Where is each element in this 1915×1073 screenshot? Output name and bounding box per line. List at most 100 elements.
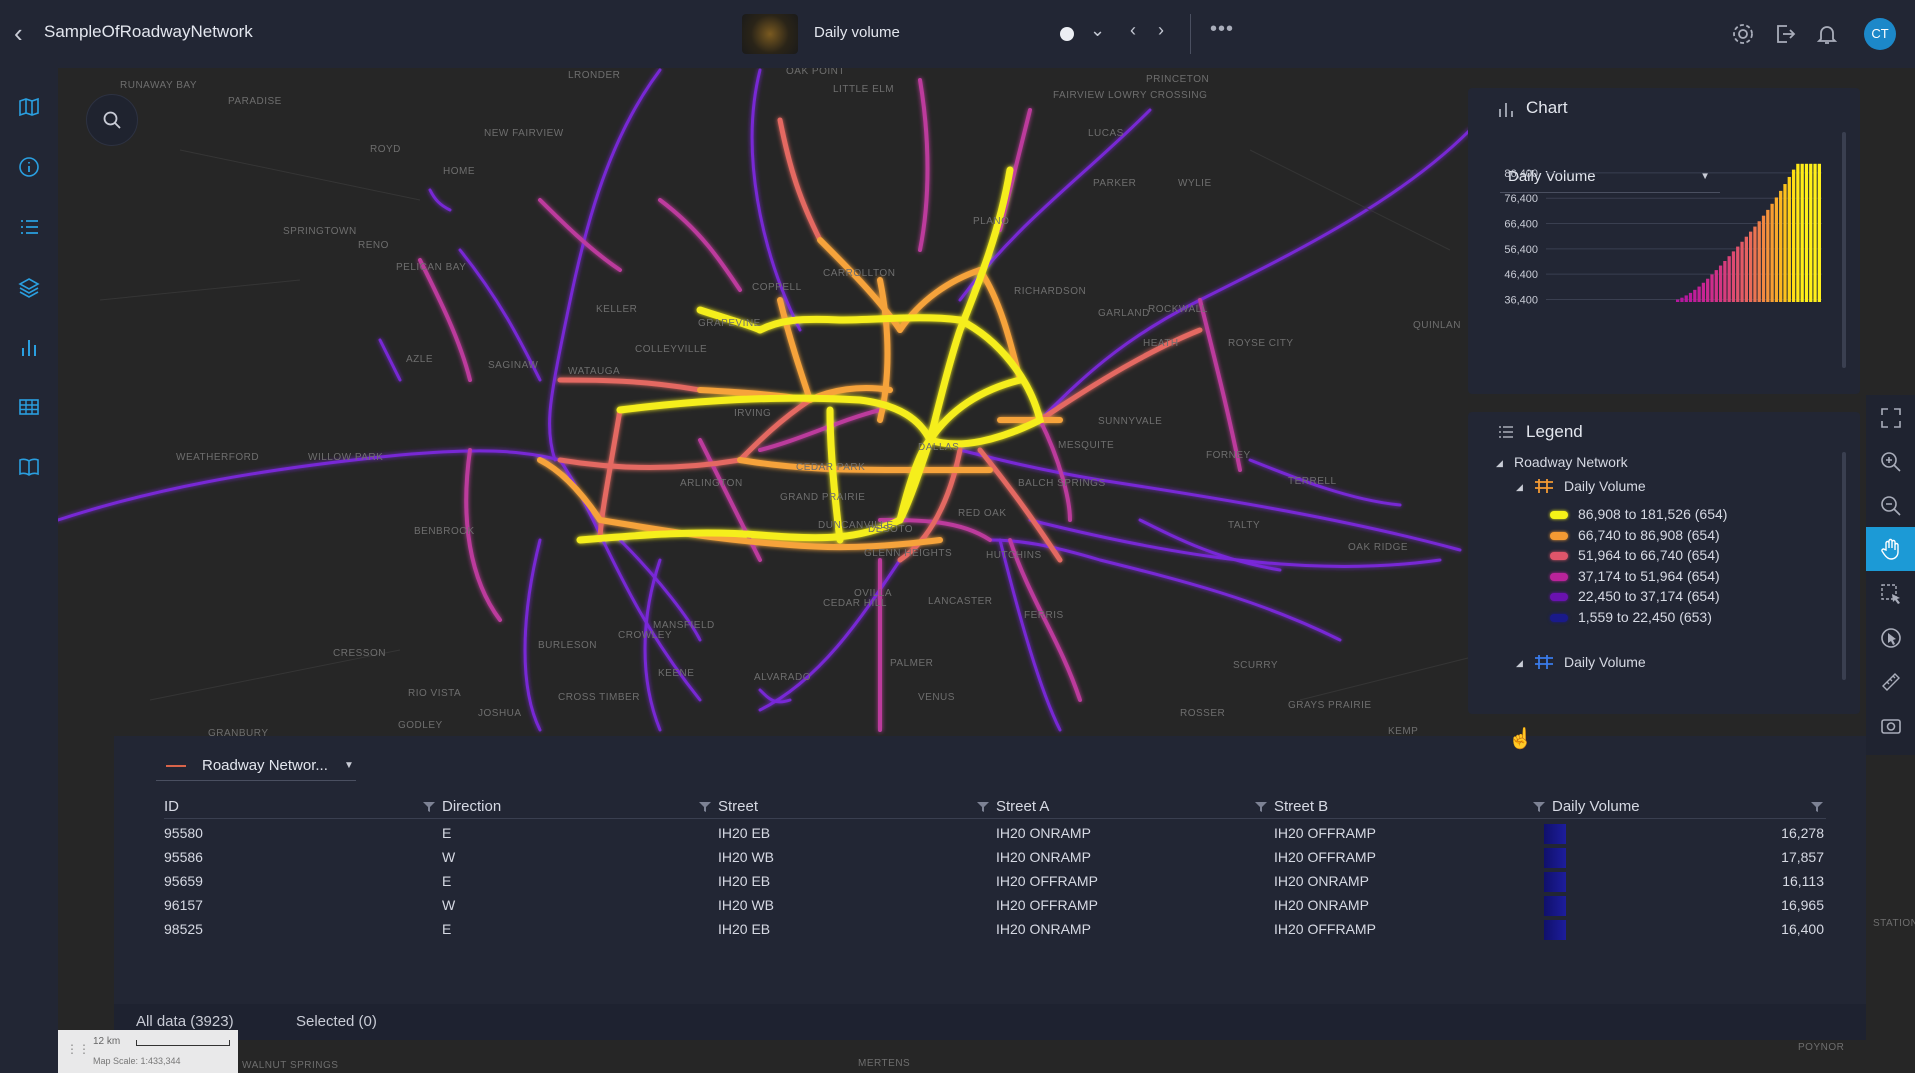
chart-bar[interactable] [1680,297,1684,302]
chart-bar[interactable] [1731,251,1736,302]
settings-gear-icon[interactable] [1731,22,1755,46]
chart-bar[interactable] [1753,226,1757,302]
zoom-in-icon[interactable] [1880,451,1902,473]
table-row[interactable]: 96157 W IH20 WB IH20 OFFRAMP IH20 ONRAMP 16,9… [114,894,1866,918]
chart-bar[interactable] [1676,299,1680,302]
info-icon[interactable] [18,156,40,178]
legend-panel-scrollbar[interactable] [1842,452,1846,680]
chart-bar[interactable] [1749,231,1753,302]
chart-bar[interactable] [1766,209,1770,302]
chart-bar[interactable] [1800,163,1804,302]
chart-bar[interactable] [1809,163,1813,302]
chart-bar[interactable] [1817,163,1821,302]
chart-bar[interactable] [1791,169,1796,302]
map-icon[interactable] [18,96,40,118]
chart-bar[interactable] [1774,197,1779,302]
all-data-tab[interactable]: All data (3923) [136,1013,234,1030]
table-row[interactable]: 95659 E IH20 EB IH20 OFFRAMP IH20 ONRAMP 16,1… [114,870,1866,894]
legend-item-label[interactable]: 51,964 to 66,740 (654) [1578,547,1720,563]
chart-bar[interactable] [1727,256,1731,302]
legend-group-name[interactable]: Roadway Network [1514,454,1628,470]
legend-item-label[interactable]: 22,450 to 37,174 (654) [1578,588,1720,604]
map-search-button[interactable] [86,94,138,146]
user-avatar[interactable]: CT [1864,18,1896,50]
filter-funnel-icon[interactable] [698,800,712,814]
chart-bar[interactable] [1693,289,1697,302]
pan-tool-button[interactable] [1866,527,1915,571]
sign-out-icon[interactable] [1773,22,1797,46]
more-options-icon[interactable]: ••• [1210,18,1234,41]
zoom-out-icon[interactable] [1880,495,1902,517]
column-header[interactable]: Direction [442,798,501,815]
legend-item-label[interactable]: 1,559 to 22,450 (653) [1578,609,1712,625]
collapse-triangle-icon[interactable]: ◢ [1516,482,1523,493]
filter-funnel-icon[interactable] [976,800,990,814]
measure-ruler-icon[interactable] [1880,671,1902,693]
legend-item-label[interactable]: 37,174 to 51,964 (654) [1578,568,1720,584]
chart-bar[interactable] [1813,163,1817,302]
filter-funnel-icon[interactable] [422,800,436,814]
next-layer-icon[interactable]: › [1158,20,1164,41]
legend-item-label[interactable]: 66,740 to 86,908 (654) [1578,527,1720,543]
back-arrow-icon[interactable]: ‹ [14,20,23,46]
chart-bar[interactable] [1718,265,1723,302]
chart-bar[interactable] [1744,236,1748,302]
table-row[interactable]: 95586 W IH20 WB IH20 ONRAMP IH20 OFFRAMP 17,8… [114,846,1866,870]
book-icon[interactable] [18,456,40,478]
chart-bar[interactable] [1783,184,1787,302]
select-area-icon[interactable] [1880,583,1902,605]
chevron-down-icon[interactable]: ⌄ [1090,20,1105,41]
column-header[interactable]: Street A [996,798,1049,815]
list-icon[interactable] [18,216,40,238]
chart-panel-scrollbar[interactable] [1842,132,1846,368]
chart-bar[interactable] [1787,176,1791,302]
column-header[interactable]: Street B [1274,798,1328,815]
chart-bar[interactable] [1779,190,1783,302]
chart-bar[interactable] [1740,241,1744,302]
chart-bar[interactable] [1736,246,1740,302]
daily-volume-chart[interactable]: 86,400 76,400 66,400 56,400 46,400 36,400 [1468,88,1860,394]
selected-tab[interactable]: Selected (0) [296,1013,377,1030]
select-feature-icon[interactable] [1880,627,1902,649]
layer-visibility-toggle[interactable] [1060,27,1074,41]
fullscreen-icon[interactable] [1880,407,1902,429]
layer-thumbnail[interactable] [742,14,798,54]
chart-bar[interactable] [1688,292,1693,302]
legend-item-label[interactable]: 86,908 to 181,526 (654) [1578,506,1727,522]
chart-bar[interactable] [1723,260,1727,302]
table-row[interactable]: 95580 E IH20 EB IH20 ONRAMP IH20 OFFRAMP 16,2… [114,822,1866,846]
chart-bar[interactable] [1757,221,1761,302]
table-icon[interactable] [18,396,40,418]
chart-bar[interactable] [1684,295,1688,302]
filter-funnel-icon[interactable] [1810,800,1824,814]
notification-bell-icon[interactable] [1815,22,1839,46]
previous-layer-icon[interactable]: ‹ [1130,20,1136,41]
table-row[interactable]: 98525 E IH20 EB IH20 ONRAMP IH20 OFFRAMP 16,4… [114,918,1866,942]
collapse-triangle-icon[interactable]: ◢ [1496,458,1503,469]
chart-icon[interactable] [18,336,40,358]
filter-funnel-icon[interactable] [1532,800,1546,814]
table-layer-dropdown[interactable]: Roadway Networ... ▼ [156,750,356,781]
legend-layer-name[interactable]: Daily Volume [1564,478,1646,494]
chart-bar[interactable] [1761,215,1766,302]
filter-funnel-icon[interactable] [1254,800,1268,814]
chart-bar[interactable] [1796,163,1800,302]
column-header[interactable]: Street [718,798,758,815]
map-label: PARADISE [228,96,282,107]
chart-bar[interactable] [1770,203,1774,302]
chart-bar[interactable] [1804,163,1809,302]
chart-bar[interactable] [1701,282,1706,302]
legend-layer-name[interactable]: Daily Volume [1564,654,1646,670]
layers-icon[interactable] [18,276,40,298]
layer-name[interactable]: Daily volume [814,24,900,41]
chart-bar[interactable] [1697,286,1701,302]
screenshot-icon[interactable] [1880,715,1902,737]
chart-bar[interactable] [1710,274,1714,302]
drag-handle-icon[interactable]: ⋮⋮ [66,1042,90,1056]
column-header[interactable]: Daily Volume [1552,798,1640,815]
chart-bar[interactable] [1706,278,1710,302]
collapse-triangle-icon[interactable]: ◢ [1516,658,1523,669]
column-header[interactable]: ID [164,798,179,815]
map-label: GARLAND [1098,308,1150,319]
chart-bar[interactable] [1714,270,1718,302]
